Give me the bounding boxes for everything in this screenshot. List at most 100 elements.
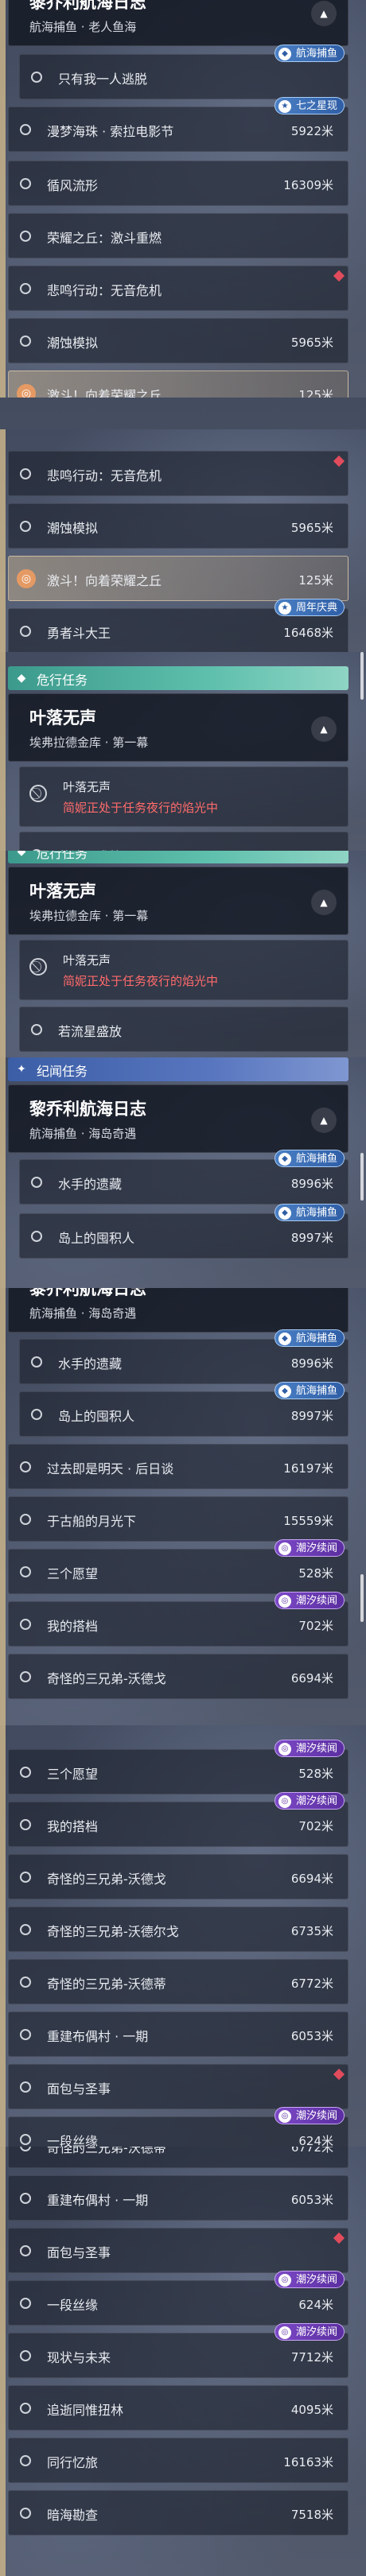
quest-row[interactable]: ◆ 航海捕鱼 只有我一人逃脱 bbox=[19, 45, 348, 99]
quest-row[interactable]: 悲鸣行动：无音危机 bbox=[8, 451, 348, 496]
category-danger[interactable]: ◆ 危行任务 bbox=[8, 666, 348, 690]
gold-accent-bar bbox=[0, 1725, 6, 2147]
quest-status-row[interactable]: ⃠ 叶落无声 简妮正处于任务夜行的焰光中 bbox=[19, 940, 348, 1000]
quest-label: 过去即是明天 · 后日谈 bbox=[47, 1461, 174, 1476]
quest-row[interactable]: ◆ 航海捕鱼 水手的遗藏 8996米 bbox=[19, 1150, 348, 1205]
quest-row[interactable]: 重建布偶村 · 一期 6053米 bbox=[8, 2012, 348, 2057]
quest-row[interactable]: 追逝同惟扭林 4095米 bbox=[8, 2385, 348, 2431]
category-journal[interactable]: ✦ 纪闻任务 bbox=[8, 1057, 348, 1081]
tide-badge: ◎ 潮汐续闻 bbox=[274, 2271, 345, 2288]
quest-label: 只有我一人逃脱 bbox=[58, 72, 148, 87]
chevron-up-icon[interactable]: ▲ bbox=[311, 716, 337, 742]
quest-distance: 16163米 bbox=[283, 2455, 333, 2469]
quest-row[interactable]: 潮蚀模拟 5965米 bbox=[8, 503, 348, 549]
quest-row[interactable]: 面包与圣事 bbox=[8, 2064, 348, 2109]
quest-row[interactable]: 同行忆旅 16163米 bbox=[8, 2438, 348, 2483]
quest-row[interactable]: ◎ 潮汐续闻 三个愿望 528米 bbox=[8, 1740, 348, 1794]
fishing-badge: ◆ 航海捕鱼 bbox=[274, 1150, 345, 1167]
quest-row[interactable]: ◆ 航海捕鱼 岛上的囤积人 8997米 bbox=[19, 1204, 348, 1259]
quest-row[interactable]: 奇怪的三兄弟-沃德蒂 6772米 bbox=[8, 2147, 348, 2168]
gold-accent-bar bbox=[0, 2147, 6, 2576]
quest-row[interactable]: 面包与圣事 bbox=[8, 2228, 348, 2273]
quest-row[interactable]: ◆ 航海捕鱼 水手的遗藏 8996米 bbox=[19, 1329, 348, 1384]
quest-row[interactable]: 奇怪的三兄弟-沃德尔戈 6735米 bbox=[8, 1907, 348, 1952]
quest-row[interactable]: ◆ 航海捕鱼 岛上的囤积人 8997米 bbox=[19, 1382, 348, 1437]
quest-row[interactable]: ◎ 潮汐续闻 现状与未来 7712米 bbox=[8, 2323, 348, 2378]
screenshot-strip-4: ◆ 危行任务 叶落无声 埃弗拉德金库 · 第一幕 ▲ ⃠ 叶落无声 简妮正处于任… bbox=[0, 851, 366, 1057]
quest-distance: 702米 bbox=[298, 1619, 333, 1633]
quest-label: 若流星盛放 bbox=[58, 1024, 123, 1039]
quest-label: 追逝同惟扭林 bbox=[47, 2403, 124, 2418]
quest-group-header[interactable]: 叶落无声 埃弗拉德金库 · 第一幕 ▲ bbox=[8, 867, 348, 935]
quest-row[interactable]: 若流星盛放 bbox=[19, 832, 348, 851]
quest-distance: 8997米 bbox=[290, 1231, 333, 1245]
anniversary-badge: ★ 周年庆典 bbox=[274, 599, 345, 616]
circle-icon bbox=[20, 468, 31, 479]
quest-label: 激斗！向着荣耀之丘 bbox=[47, 388, 162, 398]
quest-row[interactable]: ★ 七之星现 漫梦海珠 · 索拉电影节 5922米 bbox=[8, 97, 348, 152]
quest-row[interactable]: ◎ 潮汐续闻 我的搭档 702米 bbox=[8, 1592, 348, 1647]
quest-label: 我的搭档 bbox=[47, 1819, 99, 1834]
chevron-up-icon[interactable]: ▲ bbox=[311, 1108, 337, 1133]
category-label: 纪闻任务 bbox=[37, 1064, 88, 1079]
quest-row[interactable]: 若流星盛放 bbox=[19, 1007, 348, 1052]
ban-icon: ⃠ bbox=[29, 785, 47, 802]
quest-row[interactable]: 循风流形 16309米 bbox=[8, 161, 348, 206]
quest-row-selected[interactable]: ◎ 激斗！向着荣耀之丘 125米 bbox=[8, 370, 348, 398]
quest-distance: 624米 bbox=[298, 2298, 333, 2312]
quest-row[interactable]: ◎ 潮汐续闻 三个愿望 528米 bbox=[8, 1539, 348, 1594]
quest-row-selected[interactable]: ◎ 激斗！向着荣耀之丘 125米 bbox=[8, 556, 348, 601]
quest-group-header[interactable]: 黎乔利航海日志 航海捕鱼 · 老人鱼海 ▲ bbox=[8, 0, 348, 46]
circle-icon bbox=[20, 124, 31, 135]
quest-group-header[interactable]: 黎乔利航海日志 航海捕鱼 · 海岛奇遇 ▲ bbox=[8, 1084, 348, 1153]
quest-group-title: 叶落无声 bbox=[29, 882, 96, 901]
danger-diamond-icon bbox=[333, 2232, 345, 2244]
quest-row[interactable]: ★ 周年庆典 勇者斗大王 16468米 bbox=[8, 599, 348, 652]
circle-icon bbox=[20, 336, 31, 347]
circle-icon bbox=[20, 2455, 31, 2466]
quest-distance: 6735米 bbox=[290, 1924, 333, 1938]
quest-distance: 16468米 bbox=[283, 626, 333, 640]
circle-icon bbox=[20, 2245, 31, 2256]
quest-group-header[interactable]: 叶落无声 埃弗拉德金库 · 第一幕 ▲ bbox=[8, 693, 348, 762]
quest-group-header[interactable]: 黎乔利航海日志 航海捕鱼 · 海岛奇遇 bbox=[8, 1288, 348, 1333]
fishing-badge: ◆ 航海捕鱼 bbox=[274, 45, 345, 62]
quest-row[interactable]: 于古船的月光下 15559米 bbox=[8, 1496, 348, 1542]
chevron-up-icon[interactable]: ▲ bbox=[311, 1, 337, 26]
quest-status-row[interactable]: ⃠ 叶落无声 简妮正处于任务夜行的焰光中 bbox=[19, 766, 348, 827]
quest-row[interactable]: ◎ 潮汐续闻 一段丝缘 624米 bbox=[8, 2107, 348, 2147]
chevron-up-icon[interactable]: ▲ bbox=[311, 890, 337, 915]
quest-group-subtitle: 埃弗拉德金库 · 第一幕 bbox=[29, 735, 149, 750]
circle-icon bbox=[20, 1767, 31, 1778]
quest-row[interactable]: 奇怪的三兄弟-沃德戈 6694米 bbox=[8, 1654, 348, 1699]
star-icon: ◎ bbox=[278, 2326, 291, 2339]
screenshot-strip-7: ◎ 潮汐续闻 三个愿望 528米 ◎ 潮汐续闻 我的搭档 702米 奇怪的三兄弟-沃… bbox=[0, 1725, 366, 2147]
quest-group-title: 黎乔利航海日志 bbox=[29, 1100, 146, 1119]
quest-status-name: 叶落无声 bbox=[63, 953, 111, 968]
quest-row[interactable]: 悲鸣行动：无音危机 bbox=[8, 266, 348, 311]
quest-label: 奇怪的三兄弟-沃德蒂 bbox=[47, 1977, 166, 1992]
quest-row[interactable]: 奇怪的三兄弟-沃德戈 6694米 bbox=[8, 1854, 348, 1899]
screenshot-strip-3: ◆ 危行任务 叶落无声 埃弗拉德金库 · 第一幕 ▲ ⃠ 叶落无声 简妮正处于任… bbox=[0, 652, 366, 851]
quest-label: 三个愿望 bbox=[47, 1566, 99, 1581]
screenshot-strip-2: 悲鸣行动：无音危机 潮蚀模拟 5965米 ◎ 激斗！向着荣耀之丘 125米 ★ 周… bbox=[0, 429, 366, 652]
quest-row[interactable]: 暗海勘查 7518米 bbox=[8, 2490, 348, 2535]
quest-label: 面包与圣事 bbox=[47, 2081, 111, 2097]
category-danger[interactable]: ◆ 危行任务 bbox=[8, 851, 348, 863]
quest-row[interactable]: 奇怪的三兄弟-沃德蒂 6772米 bbox=[8, 1959, 348, 2004]
quest-row[interactable]: ◎ 潮汐续闻 我的搭档 702米 bbox=[8, 1792, 348, 1847]
scrollbar[interactable] bbox=[360, 1153, 364, 1201]
quest-row[interactable]: 潮蚀模拟 5965米 bbox=[8, 318, 348, 363]
scrollbar[interactable] bbox=[360, 652, 364, 700]
sky-badge: ★ 七之星现 bbox=[274, 97, 345, 114]
scrollbar[interactable] bbox=[360, 1574, 364, 1622]
quest-row[interactable]: 重建布偶村 · 一期 6053米 bbox=[8, 2175, 348, 2221]
fishing-badge: ◆ 航海捕鱼 bbox=[274, 1329, 345, 1347]
quest-row[interactable]: 荣耀之丘：激斗重燃 bbox=[8, 213, 348, 258]
star-icon: ◎ bbox=[278, 1743, 291, 1755]
quest-row[interactable]: ◎ 潮汐续闻 一段丝缘 624米 bbox=[8, 2271, 348, 2326]
star-icon: ★ bbox=[278, 100, 291, 113]
quest-row[interactable]: 过去即是明天 · 后日谈 16197米 bbox=[8, 1444, 348, 1489]
quest-distance: 5965米 bbox=[290, 336, 333, 350]
quest-distance: 6053米 bbox=[290, 2029, 333, 2043]
